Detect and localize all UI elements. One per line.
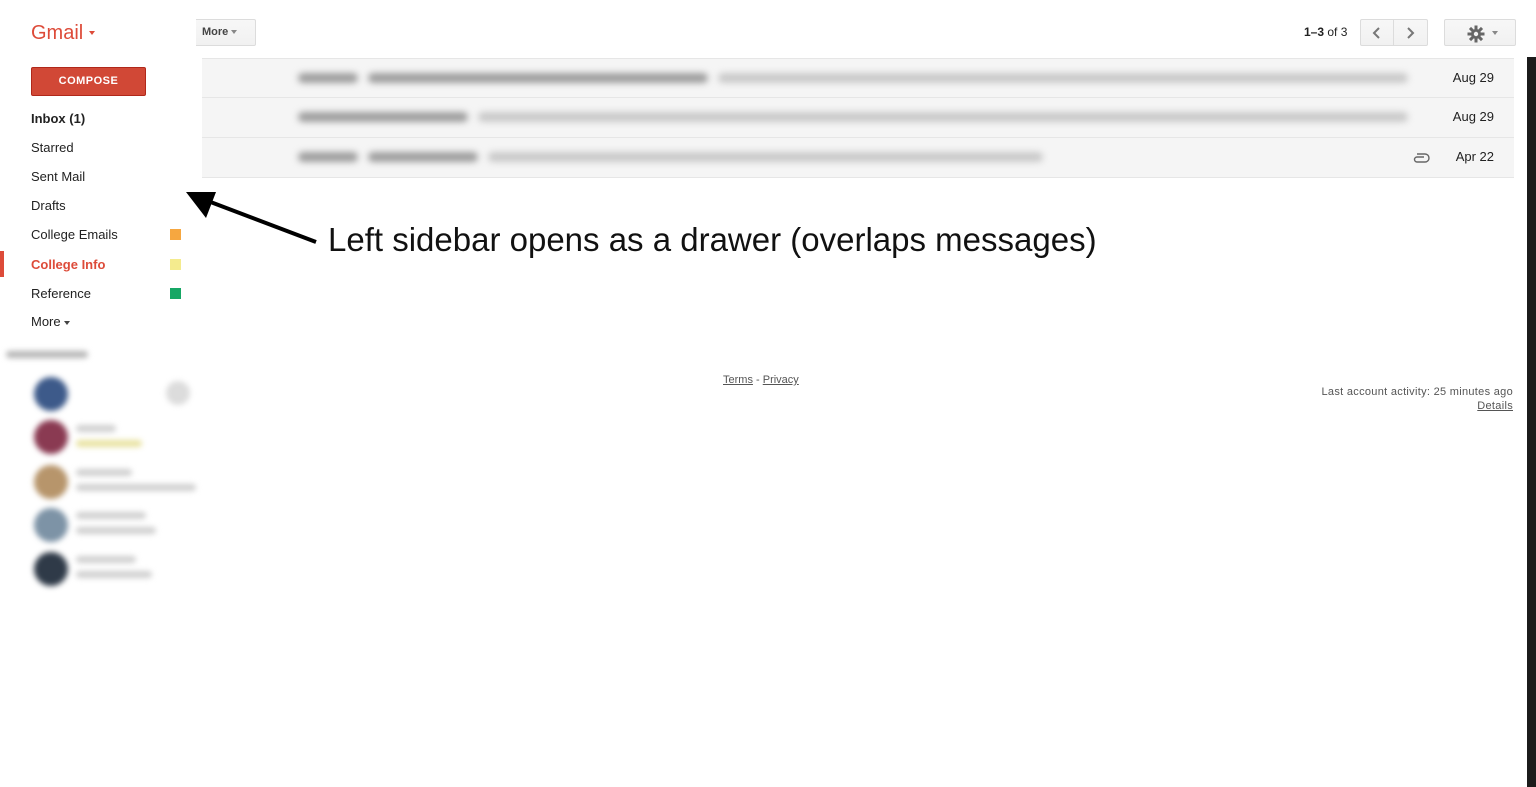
compose-button[interactable]: COMPOSE bbox=[31, 67, 146, 96]
account-activity: Last account activity: 25 minutes ago De… bbox=[1322, 386, 1513, 412]
newer-button[interactable] bbox=[1360, 19, 1394, 46]
message-date: Apr 22 bbox=[1455, 149, 1494, 164]
terms-link[interactable]: Terms bbox=[723, 374, 753, 386]
message-list: Aug 29 Aug 29 Apr 22 bbox=[202, 58, 1514, 178]
hangouts-contacts-blurred bbox=[0, 345, 205, 605]
subject-blurred bbox=[368, 73, 708, 83]
snippet-blurred bbox=[478, 112, 1408, 122]
chevron-right-icon bbox=[1407, 27, 1415, 39]
app-name: Gmail bbox=[31, 22, 84, 44]
more-actions-label: More bbox=[202, 26, 229, 38]
sidebar-item-sent-mail[interactable]: Sent Mail bbox=[31, 169, 85, 184]
sender-blurred bbox=[298, 73, 358, 83]
privacy-link[interactable]: Privacy bbox=[763, 374, 799, 386]
pager-range: 1–3 bbox=[1304, 25, 1325, 39]
label-color-swatch[interactable] bbox=[170, 288, 181, 299]
chevron-down-icon bbox=[231, 30, 238, 35]
attachment-icon bbox=[1413, 153, 1430, 163]
pagination-info: 1–3 of 3 bbox=[1304, 25, 1347, 39]
pager-total: of 3 bbox=[1327, 25, 1348, 39]
sender-blurred bbox=[298, 152, 358, 162]
chevron-down-icon bbox=[1492, 31, 1498, 35]
subject-blurred bbox=[368, 152, 478, 162]
message-row[interactable]: Aug 29 bbox=[202, 98, 1514, 138]
message-row[interactable]: Aug 29 bbox=[202, 58, 1514, 98]
snippet-blurred bbox=[488, 152, 1043, 162]
settings-button[interactable] bbox=[1444, 19, 1516, 46]
chevron-left-icon bbox=[1372, 27, 1380, 39]
footer-links: Terms - Privacy bbox=[723, 374, 799, 386]
chevron-down-icon bbox=[89, 31, 96, 35]
footer-separator: - bbox=[752, 374, 763, 386]
message-date: Aug 29 bbox=[1452, 70, 1494, 85]
older-button[interactable] bbox=[1394, 19, 1428, 46]
annotation-text: Left sidebar opens as a drawer (overlaps… bbox=[328, 221, 1097, 258]
annotation-arrow-icon bbox=[186, 192, 317, 244]
label-color-swatch[interactable] bbox=[170, 259, 181, 270]
activity-text: Last account activity: 25 minutes ago bbox=[1321, 386, 1513, 398]
sender-blurred bbox=[298, 112, 468, 122]
more-label: More bbox=[31, 314, 61, 329]
sidebar-more-link[interactable]: More bbox=[31, 314, 70, 329]
gmail-logo-menu[interactable]: Gmail bbox=[31, 22, 96, 45]
message-date: Aug 29 bbox=[1452, 109, 1494, 124]
sidebar-item-drafts[interactable]: Drafts bbox=[31, 198, 66, 213]
sidebar-item-college-emails[interactable]: College Emails bbox=[31, 227, 118, 242]
message-row[interactable]: Apr 22 bbox=[202, 138, 1514, 178]
sidebar-item-inbox[interactable]: Inbox (1) bbox=[31, 111, 85, 126]
sidebar-item-starred[interactable]: Starred bbox=[31, 140, 74, 155]
details-link[interactable]: Details bbox=[1322, 400, 1513, 412]
more-actions-button[interactable]: More bbox=[196, 19, 256, 46]
active-indicator bbox=[0, 251, 4, 277]
scrollbar[interactable] bbox=[1527, 57, 1536, 787]
sidebar-item-reference[interactable]: Reference bbox=[31, 286, 91, 301]
chevron-down-icon bbox=[63, 320, 70, 325]
gear-icon bbox=[1467, 25, 1485, 43]
sidebar-item-college-info[interactable]: College Info bbox=[31, 257, 105, 272]
snippet-blurred bbox=[718, 73, 1408, 83]
